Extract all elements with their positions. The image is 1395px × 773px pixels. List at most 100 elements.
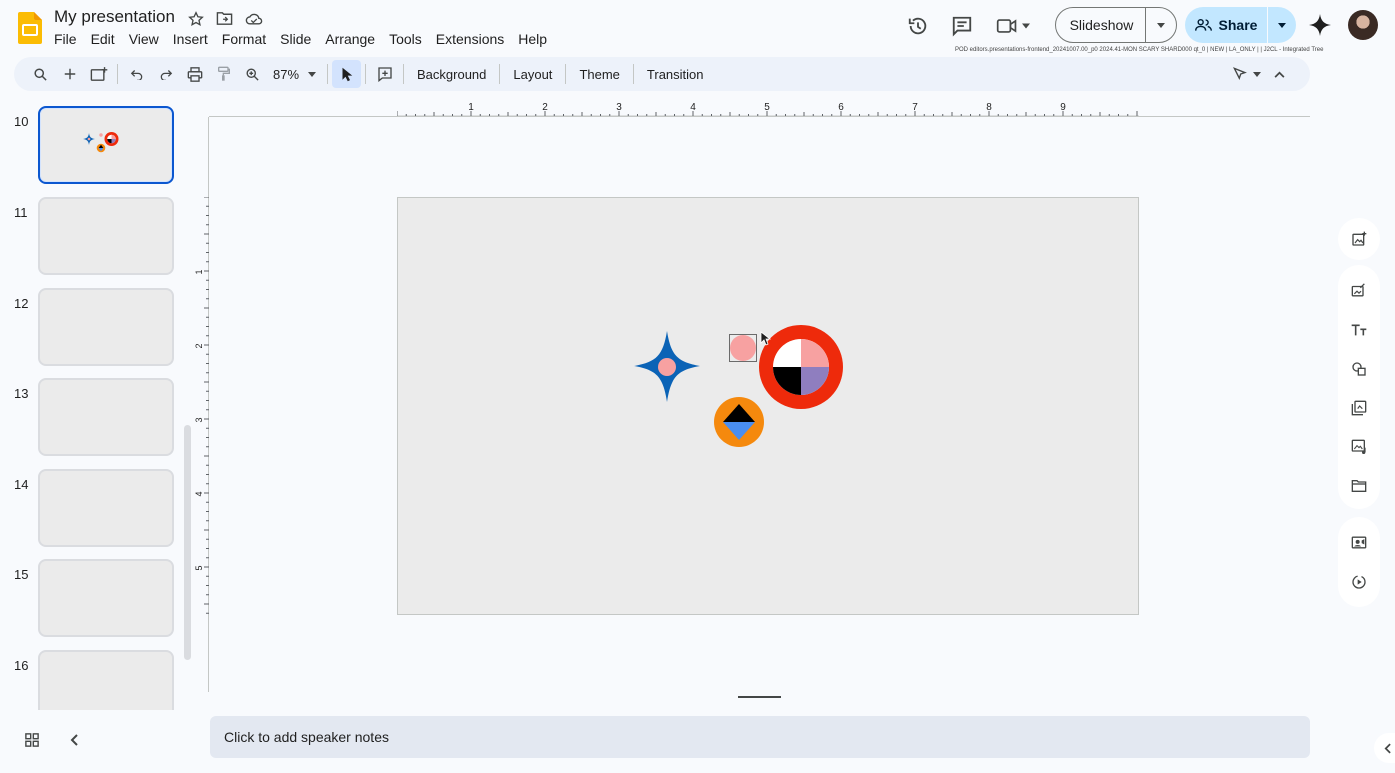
comments-icon[interactable] bbox=[944, 8, 980, 44]
menu-view[interactable]: View bbox=[129, 31, 166, 47]
notes-resize-handle[interactable] bbox=[738, 696, 781, 698]
main-toolbar: 87% Background Layout Theme Transition bbox=[14, 57, 1310, 91]
menu-help[interactable]: Help bbox=[518, 31, 554, 47]
shapes-icon[interactable] bbox=[1338, 349, 1380, 388]
horizontal-ruler[interactable]: 1 2 3 4 5 6 7 8 9 bbox=[397, 100, 1139, 117]
slide-filmstrip: 10 11 12 13 14 15 16 bbox=[0, 100, 195, 710]
slide-thumbnail[interactable] bbox=[38, 197, 174, 275]
share-button[interactable]: Share bbox=[1185, 7, 1268, 43]
search-menus-icon[interactable] bbox=[26, 60, 55, 88]
ruler-label: 8 bbox=[986, 102, 992, 113]
select-pointer-icon[interactable] bbox=[332, 60, 361, 88]
menu-arrange[interactable]: Arrange bbox=[325, 31, 382, 47]
share-dropdown-icon[interactable] bbox=[1268, 7, 1296, 43]
slide-number: 11 bbox=[14, 205, 28, 220]
insert-picture-icon[interactable] bbox=[1338, 271, 1380, 310]
side-panel-top bbox=[1338, 218, 1380, 260]
print-icon[interactable] bbox=[180, 60, 209, 88]
share-label: Share bbox=[1218, 17, 1258, 33]
slides-logo-icon[interactable] bbox=[18, 12, 42, 44]
text-format-icon[interactable] bbox=[1338, 310, 1380, 349]
new-slide-layout-icon[interactable] bbox=[84, 60, 113, 88]
version-history-icon[interactable] bbox=[900, 8, 936, 44]
play-recording-icon[interactable] bbox=[1338, 562, 1380, 601]
collapse-toolbar-icon[interactable] bbox=[1265, 60, 1294, 88]
menu-insert[interactable]: Insert bbox=[173, 31, 215, 47]
record-video-icon[interactable] bbox=[1338, 523, 1380, 562]
account-avatar[interactable] bbox=[1348, 10, 1378, 40]
ruler-label: 5 bbox=[195, 565, 204, 570]
ruler-label: 3 bbox=[195, 417, 204, 422]
zoom-icon[interactable] bbox=[238, 60, 267, 88]
folder-icon[interactable] bbox=[1338, 466, 1380, 505]
layout-button[interactable]: Layout bbox=[504, 67, 561, 82]
star-icon[interactable] bbox=[186, 9, 205, 28]
ruler-label: 1 bbox=[468, 102, 474, 113]
slide-thumbnail[interactable] bbox=[38, 288, 174, 366]
slide-canvas[interactable] bbox=[397, 197, 1139, 615]
menu-bar: File Edit View Insert Format Slide Arran… bbox=[54, 31, 561, 47]
zoom-level[interactable]: 87% bbox=[267, 67, 301, 82]
slide-thumbnail[interactable] bbox=[38, 559, 174, 637]
slide-thumbnail[interactable] bbox=[38, 650, 174, 710]
expand-side-panel-icon[interactable] bbox=[1374, 733, 1395, 763]
collapse-filmstrip-icon[interactable] bbox=[64, 730, 84, 750]
filmstrip-scrollbar[interactable] bbox=[184, 425, 191, 660]
red-ring-quadrant-shape[interactable] bbox=[759, 325, 843, 409]
slide-thumbnail-shapes bbox=[83, 132, 119, 153]
orange-diamond-shape[interactable] bbox=[714, 397, 764, 447]
new-slide-icon[interactable] bbox=[55, 60, 84, 88]
undo-icon[interactable] bbox=[122, 60, 151, 88]
background-button[interactable]: Background bbox=[408, 67, 495, 82]
generate-image-icon[interactable] bbox=[1338, 218, 1380, 260]
transition-button[interactable]: Transition bbox=[638, 67, 713, 82]
meet-video-icon[interactable] bbox=[990, 8, 1036, 44]
redo-icon[interactable] bbox=[151, 60, 180, 88]
speaker-notes[interactable]: Click to add speaker notes bbox=[210, 716, 1310, 758]
menu-tools[interactable]: Tools bbox=[389, 31, 429, 47]
people-icon bbox=[1194, 18, 1212, 31]
menu-slide[interactable]: Slide bbox=[280, 31, 318, 47]
slideshow-button[interactable]: Slideshow bbox=[1056, 8, 1146, 42]
ruler-label: 2 bbox=[195, 343, 204, 348]
vertical-ruler[interactable]: 1 2 3 4 5 bbox=[195, 197, 209, 615]
blue-sparkle-shape[interactable] bbox=[634, 331, 700, 402]
slideshow-dropdown-icon[interactable] bbox=[1146, 8, 1176, 42]
filmstrip-slide[interactable]: 16 bbox=[0, 650, 195, 710]
laser-pointer-icon[interactable] bbox=[1229, 60, 1265, 88]
side-panel-bottom bbox=[1338, 517, 1380, 607]
ruler-label: 9 bbox=[1060, 102, 1066, 113]
gemini-icon[interactable] bbox=[1308, 13, 1332, 37]
ruler-label: 4 bbox=[690, 102, 696, 113]
theme-button[interactable]: Theme bbox=[570, 67, 628, 82]
build-info-text: POD editors.presentations-frontend_20241… bbox=[955, 47, 1324, 53]
ruler-label: 4 bbox=[195, 491, 204, 496]
cloud-saved-icon[interactable] bbox=[244, 9, 263, 28]
menu-extensions[interactable]: Extensions bbox=[436, 31, 511, 47]
menu-file[interactable]: File bbox=[54, 31, 84, 47]
add-comment-icon[interactable] bbox=[370, 60, 399, 88]
slide-thumbnail[interactable] bbox=[38, 378, 174, 456]
document-title[interactable]: My presentation bbox=[54, 7, 175, 27]
filmstrip-slide[interactable]: 14 bbox=[0, 469, 195, 549]
paint-format-icon[interactable] bbox=[209, 60, 238, 88]
move-folder-icon[interactable] bbox=[215, 9, 234, 28]
filmstrip-slide[interactable]: 11 bbox=[0, 197, 195, 277]
filmstrip-slide[interactable]: 10 bbox=[0, 106, 195, 186]
slides-library-icon[interactable] bbox=[1338, 388, 1380, 427]
media-icon[interactable] bbox=[1338, 427, 1380, 466]
zoom-dropdown-icon[interactable] bbox=[301, 60, 323, 88]
ruler-label: 7 bbox=[912, 102, 918, 113]
side-panel-tools bbox=[1338, 265, 1380, 509]
slide-thumbnail[interactable] bbox=[38, 106, 174, 184]
menu-format[interactable]: Format bbox=[222, 31, 273, 47]
pink-circle-shape[interactable] bbox=[729, 334, 757, 362]
slide-number: 16 bbox=[14, 658, 29, 673]
slide-thumbnail[interactable] bbox=[38, 469, 174, 547]
ruler-label: 2 bbox=[542, 102, 548, 113]
filmstrip-slide[interactable]: 12 bbox=[0, 288, 195, 368]
menu-edit[interactable]: Edit bbox=[91, 31, 122, 47]
grid-view-icon[interactable] bbox=[22, 730, 42, 750]
filmstrip-slide[interactable]: 15 bbox=[0, 559, 195, 639]
filmstrip-slide[interactable]: 13 bbox=[0, 378, 195, 458]
